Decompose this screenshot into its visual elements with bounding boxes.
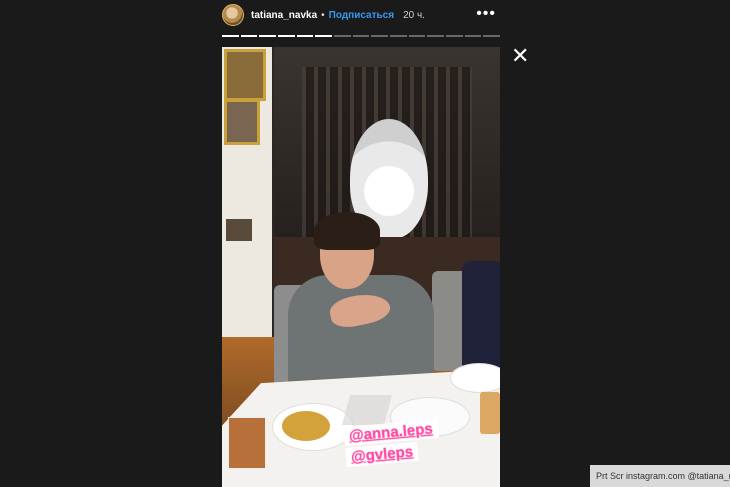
progress-segment — [352, 35, 370, 37]
avatar[interactable] — [222, 4, 244, 26]
mention-sticker[interactable]: @gvleps — [345, 441, 419, 468]
header-separator: • — [321, 9, 325, 21]
story-header: tatiana_navka • Подписаться 20 ч. ••• — [222, 4, 502, 26]
mention-stickers: @anna.leps @gvleps — [343, 418, 439, 468]
story-media[interactable]: @anna.leps @gvleps — [222, 47, 500, 487]
mention-sticker[interactable]: @anna.leps — [343, 418, 439, 447]
screenshot-watermark: Prt Scr instagram.com @tatiana_na — [590, 465, 730, 487]
progress-segment — [334, 35, 351, 37]
progress-segment — [296, 35, 314, 37]
username[interactable]: tatiana_navka — [251, 10, 317, 21]
man-hair — [314, 212, 380, 250]
post-time: 20 ч. — [403, 9, 425, 21]
progress-segment — [315, 35, 333, 37]
progress-segment — [408, 35, 426, 37]
progress-segment — [390, 35, 407, 37]
picture-frame — [224, 99, 260, 145]
progress-segment — [259, 35, 277, 37]
follow-button[interactable]: Подписаться — [329, 10, 394, 21]
progress-segment — [278, 35, 295, 37]
progress-segment — [371, 35, 389, 37]
story-progress-bar — [222, 35, 501, 37]
progress-segment — [464, 35, 482, 37]
progress-segment — [222, 35, 239, 37]
drinking-glass — [480, 392, 500, 434]
picture-frame — [224, 49, 266, 101]
more-icon[interactable]: ••• — [476, 5, 496, 23]
pie — [282, 411, 330, 441]
light-switch — [226, 219, 252, 241]
progress-segment — [240, 35, 258, 37]
progress-segment — [427, 35, 445, 37]
progress-segment — [483, 35, 501, 37]
progress-segment — [446, 35, 463, 37]
tea-glass — [228, 417, 266, 469]
plate — [450, 363, 500, 393]
glass-dish — [341, 395, 393, 425]
close-icon[interactable]: ✕ — [511, 45, 529, 67]
